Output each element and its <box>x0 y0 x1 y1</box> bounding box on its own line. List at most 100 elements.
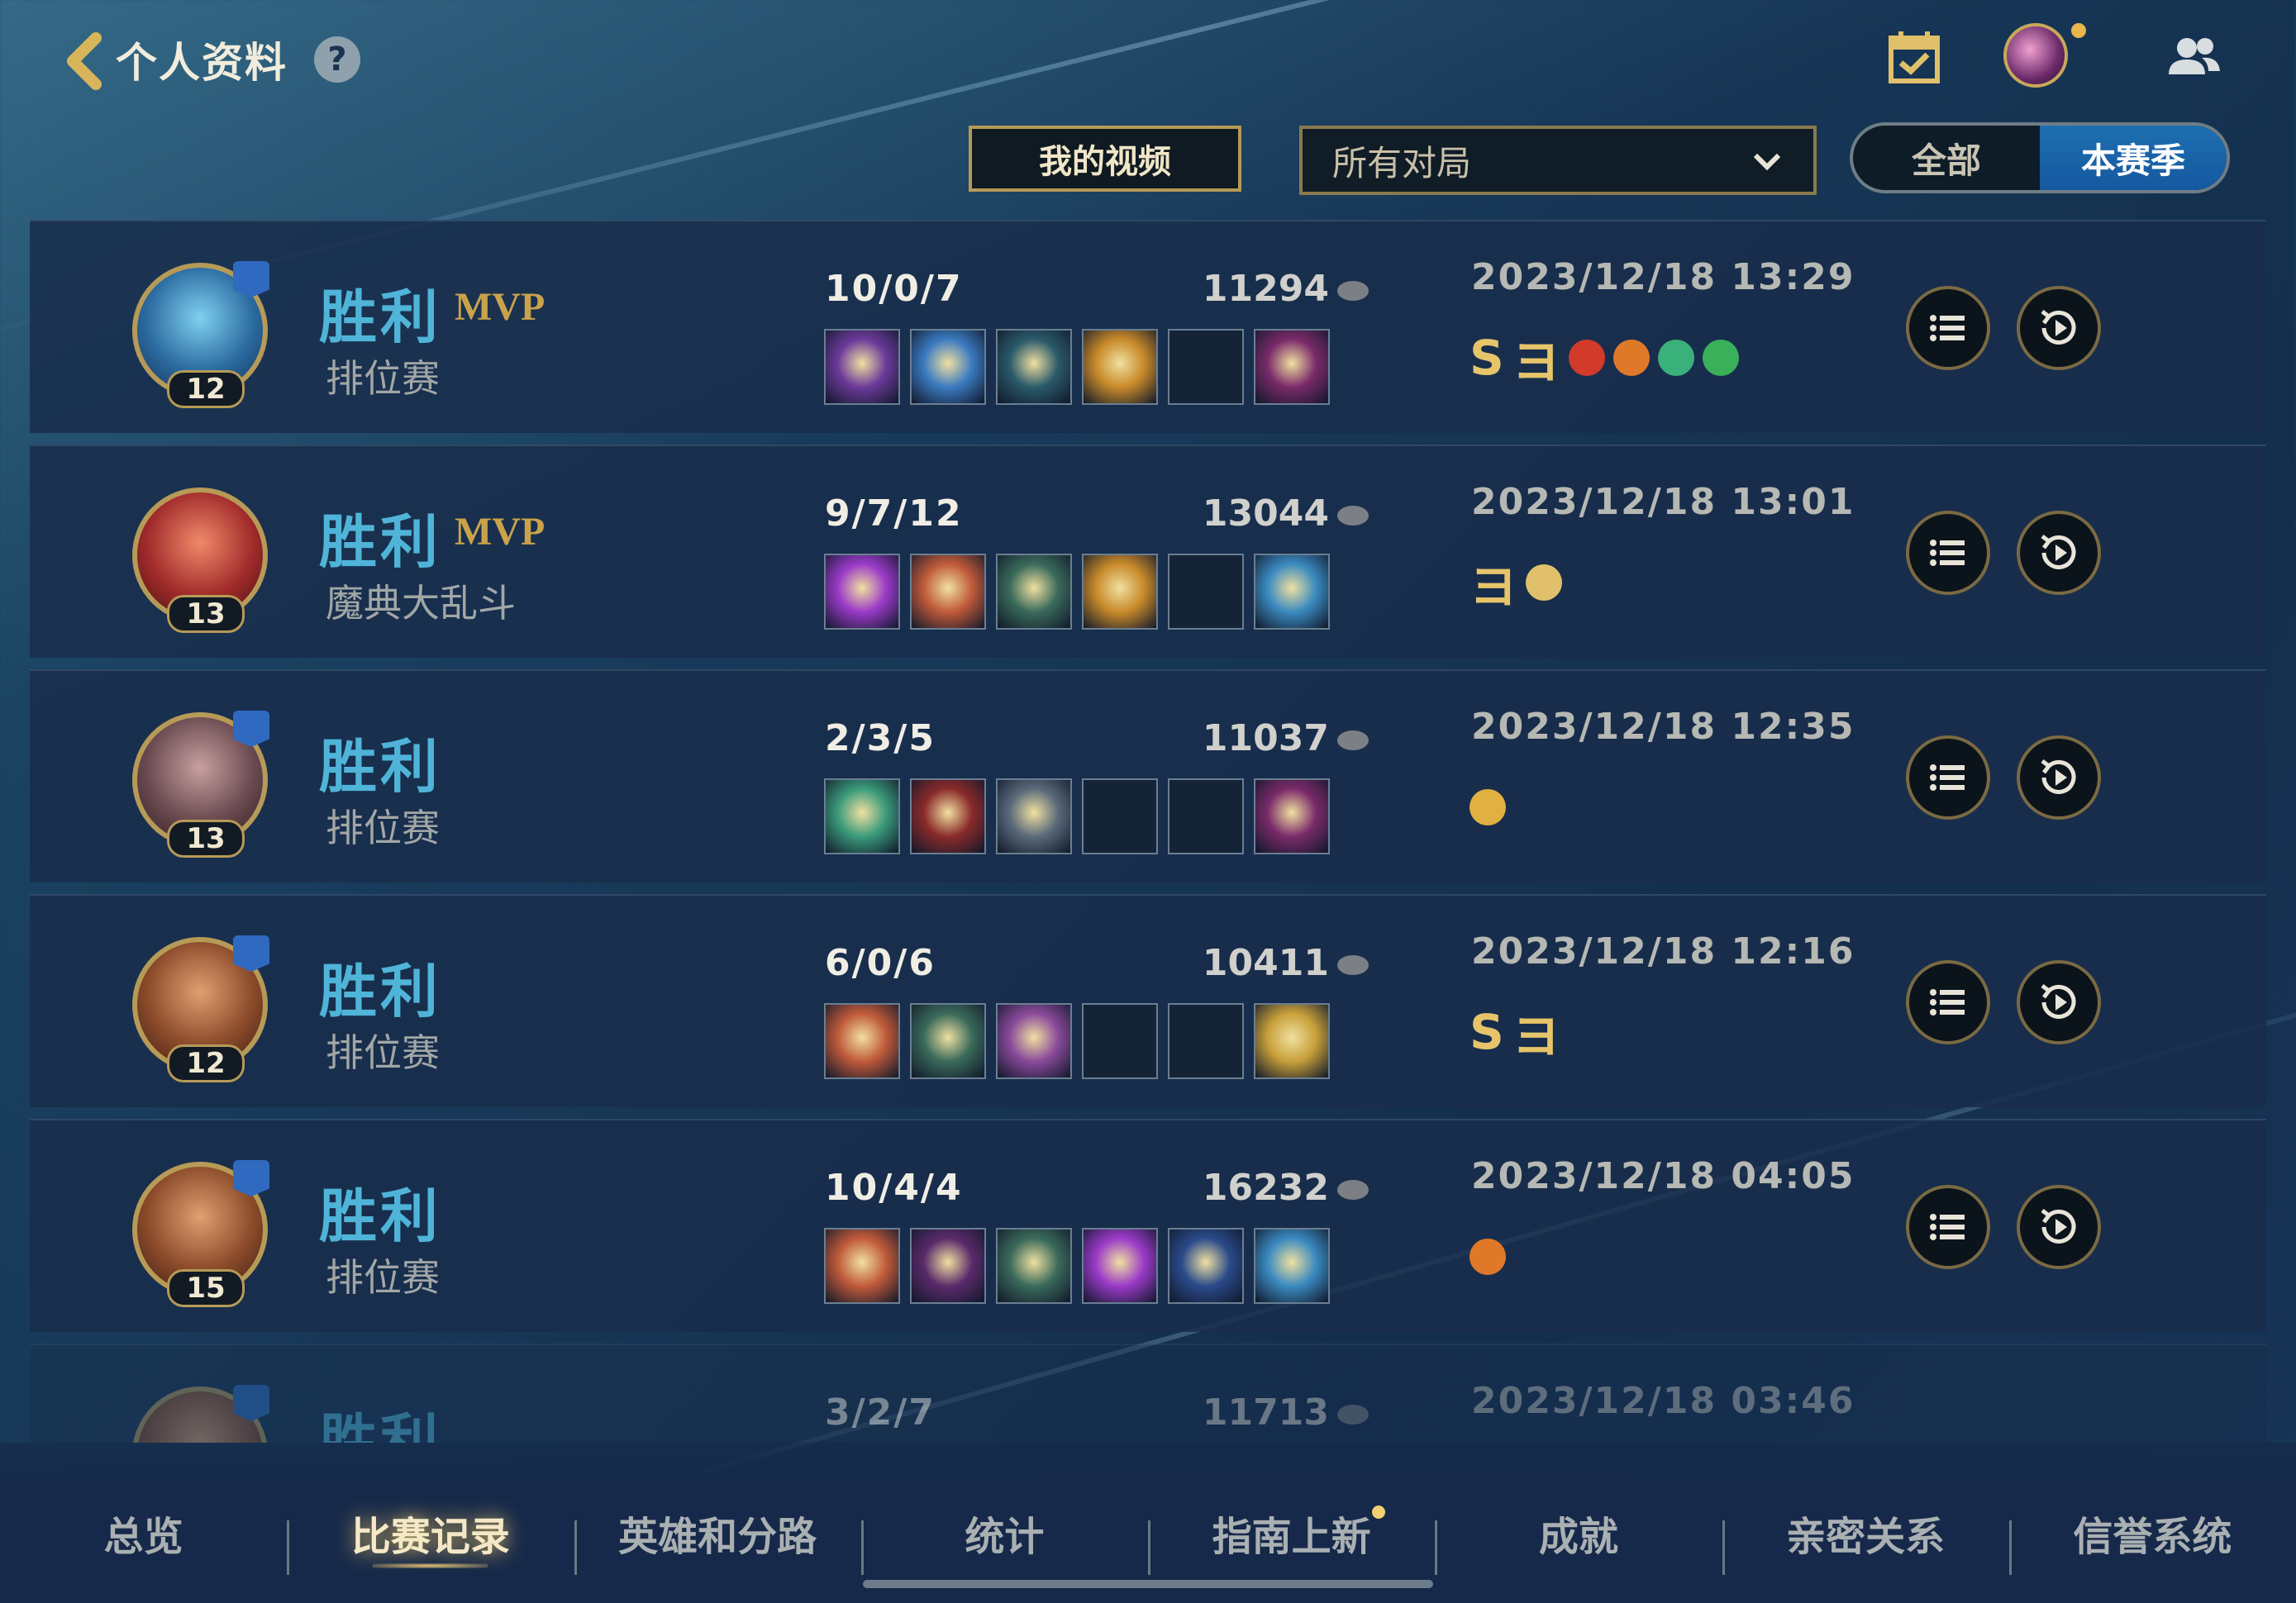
hero-level-badge: 15 <box>167 1269 245 1307</box>
item-icon[interactable] <box>824 778 900 854</box>
nav-tab[interactable]: 成就 <box>1435 1487 1722 1578</box>
bottom-nav: 总览 比赛记录 英雄和分路 统计 指南上新 成就 亲密关系 信誉系统 <box>0 1487 2296 1578</box>
home-indicator <box>863 1580 1433 1588</box>
friends-icon[interactable] <box>2160 25 2227 91</box>
nav-tab[interactable]: 统计 <box>860 1487 1148 1578</box>
match-type-select[interactable]: 所有对局 <box>1299 126 1817 195</box>
match-timestamp: 2023/12/18 12:35 <box>1471 706 1855 748</box>
match-result: 胜利 <box>319 508 441 576</box>
top-bar: 个人资料 ? <box>0 0 2296 116</box>
nav-tab[interactable]: 指南上新 <box>1148 1487 1435 1578</box>
nav-tab-label: 英雄和分路 <box>618 1514 817 1560</box>
gold-coin-icon <box>1337 506 1369 526</box>
nav-tab[interactable]: 总览 <box>0 1487 287 1578</box>
item-slots <box>824 778 1330 854</box>
empty-item-slot[interactable] <box>1168 778 1244 854</box>
gold-earned: 11713 <box>1137 1391 1369 1434</box>
achievement-badges: Sヨ <box>1470 1003 1560 1064</box>
list-icon <box>1930 315 1965 341</box>
item-icon[interactable] <box>1254 778 1330 854</box>
gold-value: 13044 <box>1202 492 1329 535</box>
match-result: 胜利 <box>319 1182 441 1250</box>
profile-avatar[interactable] <box>2003 23 2068 88</box>
match-timestamp: 2023/12/18 12:16 <box>1471 930 1855 973</box>
replay-icon <box>2041 310 2076 345</box>
back-button[interactable] <box>60 31 109 91</box>
nav-tab[interactable]: 英雄和分路 <box>574 1487 861 1578</box>
match-details-button[interactable] <box>1906 286 1990 370</box>
game-mode: 魔典大乱斗 <box>326 581 516 626</box>
match-row[interactable]: 12 胜利 MVP 排位赛 10/0/7 11294 2023/12/18 13:29 S ヨ <box>30 220 2266 433</box>
empty-item-slot[interactable] <box>1168 554 1244 630</box>
replay-button[interactable] <box>2017 286 2101 370</box>
item-icon[interactable] <box>1254 329 1330 405</box>
match-details-button[interactable] <box>1906 735 1990 820</box>
replay-button[interactable] <box>2017 960 2101 1044</box>
replay-button[interactable] <box>2017 511 2101 595</box>
match-row[interactable]: 13 胜利 排位赛 2/3/5 11037 2023/12/18 12:35 <box>30 669 2266 882</box>
empty-item-slot[interactable] <box>1168 329 1244 405</box>
toggle-all[interactable]: 全部 <box>1853 126 2040 190</box>
item-icon[interactable] <box>910 1003 986 1079</box>
nav-tab[interactable]: 信誉系统 <box>2008 1487 2296 1578</box>
item-icon[interactable] <box>996 1003 1072 1079</box>
item-icon[interactable] <box>824 554 900 630</box>
item-icon[interactable] <box>996 778 1072 854</box>
nav-tab[interactable]: 亲密关系 <box>1722 1487 2009 1578</box>
mvp-label: MVP <box>455 510 545 554</box>
calendar-check-icon[interactable] <box>1881 25 1947 91</box>
item-icon[interactable] <box>910 329 986 405</box>
item-icon[interactable] <box>996 554 1072 630</box>
match-details-button[interactable] <box>1906 511 1990 595</box>
item-icon[interactable] <box>1082 554 1158 630</box>
gold-value: 11294 <box>1202 268 1329 310</box>
item-icon[interactable] <box>824 1228 900 1304</box>
match-row[interactable]: 胜利 3/2/7 11713 2023/12/18 03:46 <box>30 1344 2266 1443</box>
match-details-button[interactable] <box>1906 1185 1990 1269</box>
item-icon[interactable] <box>910 778 986 854</box>
match-details-button[interactable] <box>1906 960 1990 1044</box>
clock-swirl-icon <box>1526 564 1563 601</box>
orange-crest-icon <box>1470 1239 1506 1275</box>
match-row[interactable]: 13 胜利 MVP 魔典大乱斗 9/7/12 13044 2023/12/18 13:01 ヨ <box>30 445 2266 658</box>
item-icon[interactable] <box>996 1228 1072 1304</box>
item-icon[interactable] <box>910 554 986 630</box>
list-icon <box>1930 540 1965 566</box>
item-icon[interactable] <box>824 1003 900 1079</box>
nav-tab-label: 成就 <box>1538 1514 1618 1560</box>
empty-item-slot[interactable] <box>1082 1003 1158 1079</box>
empty-item-slot[interactable] <box>1168 1003 1244 1079</box>
match-row[interactable]: 15 胜利 排位赛 10/4/4 16232 2023/12/18 04:05 <box>30 1119 2266 1332</box>
item-icon[interactable] <box>910 1228 986 1304</box>
item-slots <box>824 1228 1330 1304</box>
help-icon[interactable]: ? <box>314 36 360 83</box>
gold-coin-icon <box>1337 1405 1369 1425</box>
nav-tab-label: 总览 <box>103 1514 183 1560</box>
list-icon <box>1930 1214 1965 1240</box>
item-icon[interactable] <box>1254 1228 1330 1304</box>
item-icon[interactable] <box>996 329 1072 405</box>
match-row[interactable]: 12 胜利 排位赛 6/0/6 10411 2023/12/18 12:16 S ヨ <box>30 894 2266 1107</box>
replay-button[interactable] <box>2017 1185 2101 1269</box>
list-icon <box>1930 764 1965 791</box>
toggle-this-season[interactable]: 本赛季 <box>2040 126 2227 190</box>
match-timestamp: 2023/12/18 13:29 <box>1471 256 1855 298</box>
item-icon[interactable] <box>1254 1003 1330 1079</box>
empty-item-slot[interactable] <box>1082 778 1158 854</box>
item-icon[interactable] <box>1082 1228 1158 1304</box>
replay-button[interactable] <box>2017 735 2101 820</box>
nav-tab[interactable]: 比赛记录 <box>287 1487 574 1578</box>
gold-value: 11713 <box>1202 1391 1329 1434</box>
my-videos-button[interactable]: 我的视频 <box>969 126 1241 192</box>
item-icon[interactable] <box>1082 329 1158 405</box>
match-list: 12 胜利 MVP 排位赛 10/0/7 11294 2023/12/18 13:29 S ヨ 1… <box>30 220 2266 1443</box>
item-icon[interactable] <box>1254 554 1330 630</box>
game-mode: 排位赛 <box>326 356 440 401</box>
hero-level-badge: 13 <box>167 820 245 858</box>
kda: 10/4/4 <box>825 1167 963 1209</box>
item-icon[interactable] <box>1168 1228 1244 1304</box>
item-icon[interactable] <box>824 329 900 405</box>
hero-level-badge: 12 <box>167 370 245 408</box>
match-result: 胜利 <box>319 958 441 1025</box>
badge-glyph: ヨ <box>1470 559 1518 615</box>
